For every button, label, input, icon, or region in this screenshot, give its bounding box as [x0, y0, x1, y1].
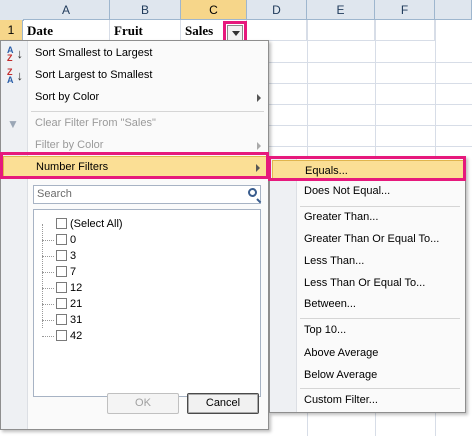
menu-separator: [300, 318, 460, 319]
submenu-above-average[interactable]: Above Average: [272, 343, 464, 364]
column-header-d[interactable]: D: [247, 0, 307, 20]
checkbox[interactable]: [56, 250, 67, 261]
list-item-label: 21: [70, 298, 83, 310]
column-header-b[interactable]: B: [110, 0, 181, 20]
tree-line: [42, 336, 54, 337]
submenu-arrow-icon: [257, 142, 261, 150]
menu-separator: [300, 388, 460, 389]
submenu-below-average[interactable]: Below Average: [272, 365, 464, 386]
column-header-a[interactable]: A: [23, 0, 110, 20]
submenu-top-10[interactable]: Top 10...: [272, 320, 464, 341]
tree-line: [42, 304, 54, 305]
cancel-button[interactable]: Cancel: [187, 393, 259, 414]
search-placeholder: Search: [37, 188, 72, 200]
tree-line: [42, 320, 54, 321]
cell-e1[interactable]: [307, 20, 375, 41]
checkbox[interactable]: [56, 314, 67, 325]
menu-separator: [31, 111, 264, 112]
cell-f1[interactable]: [375, 20, 435, 41]
submenu-custom-filter[interactable]: Custom Filter...: [272, 390, 464, 411]
tree-line: [42, 256, 54, 257]
cell-d1[interactable]: [247, 20, 307, 41]
search-input[interactable]: Search: [33, 185, 261, 204]
sort-ascending-icon: A Z ↓: [7, 45, 23, 63]
clear-filter-icon: ▼: [7, 117, 19, 131]
menu-clear-filter-label: Clear Filter From "Sales": [35, 117, 156, 129]
submenu-less-than-or-equal[interactable]: Less Than Or Equal To...: [272, 273, 464, 294]
submenu-does-not-equal-label: Does Not Equal...: [304, 185, 391, 197]
list-item-label: (Select All): [70, 218, 123, 230]
menu-sort-by-color-label: Sort by Color: [35, 91, 100, 103]
tree-line: [42, 272, 54, 273]
submenu-custom-filter-label: Custom Filter...: [304, 394, 378, 406]
menu-clear-filter[interactable]: ▼ Clear Filter From "Sales": [3, 113, 267, 134]
menu-sort-descending[interactable]: Z A ↓ Sort Largest to Smallest: [3, 65, 267, 86]
list-item-label: 42: [70, 330, 83, 342]
tree-line: [42, 288, 54, 289]
submenu-greater-than-or-equal[interactable]: Greater Than Or Equal To...: [272, 229, 464, 250]
checkbox[interactable]: [56, 330, 67, 341]
menu-filter-by-color-label: Filter by Color: [35, 139, 104, 151]
sort-descending-icon: Z A ↓: [7, 67, 23, 85]
column-header-g[interactable]: [435, 0, 472, 20]
submenu-arrow-icon: [257, 94, 261, 102]
submenu-less-than[interactable]: Less Than...: [272, 251, 464, 272]
checkbox[interactable]: [56, 298, 67, 309]
list-item-label: 31: [70, 314, 83, 326]
menu-sort-ascending[interactable]: A Z ↓ Sort Smallest to Largest: [3, 43, 267, 64]
value-list[interactable]: (Select All) 0 3 7 12 21 31 42: [33, 209, 261, 397]
select-all-corner[interactable]: [0, 0, 24, 21]
autofilter-menu: A Z ↓ Sort Smallest to Largest Z A ↓ Sort La…: [0, 40, 269, 430]
menu-sort-by-color[interactable]: Sort by Color: [3, 87, 267, 108]
checkbox[interactable]: [56, 282, 67, 293]
list-item-label: 0: [70, 234, 77, 246]
menu-sort-ascending-label: Sort Smallest to Largest: [35, 47, 153, 59]
cell-b1[interactable]: Fruit: [110, 20, 181, 41]
tree-line: [42, 240, 54, 241]
list-item-label: 7: [70, 266, 77, 278]
submenu-top-10-label: Top 10...: [304, 324, 347, 336]
ok-button[interactable]: OK: [107, 393, 179, 414]
submenu-above-average-label: Above Average: [304, 347, 379, 359]
submenu-between[interactable]: Between...: [272, 294, 464, 315]
submenu-between-label: Between...: [304, 298, 356, 310]
number-filters-submenu: Equals... Does Not Equal... Greater Than…: [269, 156, 466, 413]
checkbox[interactable]: [56, 218, 67, 229]
submenu-greater-than-or-equal-label: Greater Than Or Equal To...: [304, 233, 440, 245]
row-header-1[interactable]: 1: [0, 20, 23, 41]
submenu-greater-than[interactable]: Greater Than...: [272, 207, 464, 228]
submenu-does-not-equal[interactable]: Does Not Equal...: [272, 181, 464, 202]
checkbox[interactable]: [56, 234, 67, 245]
list-item-label: 3: [70, 250, 77, 262]
menu-sort-descending-label: Sort Largest to Smallest: [35, 69, 153, 81]
highlight-box-equals: [268, 156, 466, 181]
column-header-c[interactable]: C: [181, 0, 247, 20]
highlight-box-number-filters: [0, 152, 269, 179]
column-header-e[interactable]: E: [307, 0, 375, 20]
submenu-below-average-label: Below Average: [304, 369, 378, 381]
submenu-less-than-label: Less Than...: [304, 255, 365, 267]
column-header-f[interactable]: F: [375, 0, 435, 20]
list-item-label: 12: [70, 282, 83, 294]
submenu-greater-than-label: Greater Than...: [304, 211, 379, 223]
checkbox[interactable]: [56, 266, 67, 277]
search-icon[interactable]: [248, 188, 257, 197]
submenu-less-than-or-equal-label: Less Than Or Equal To...: [304, 277, 426, 289]
cell-a1[interactable]: Date: [23, 20, 110, 41]
